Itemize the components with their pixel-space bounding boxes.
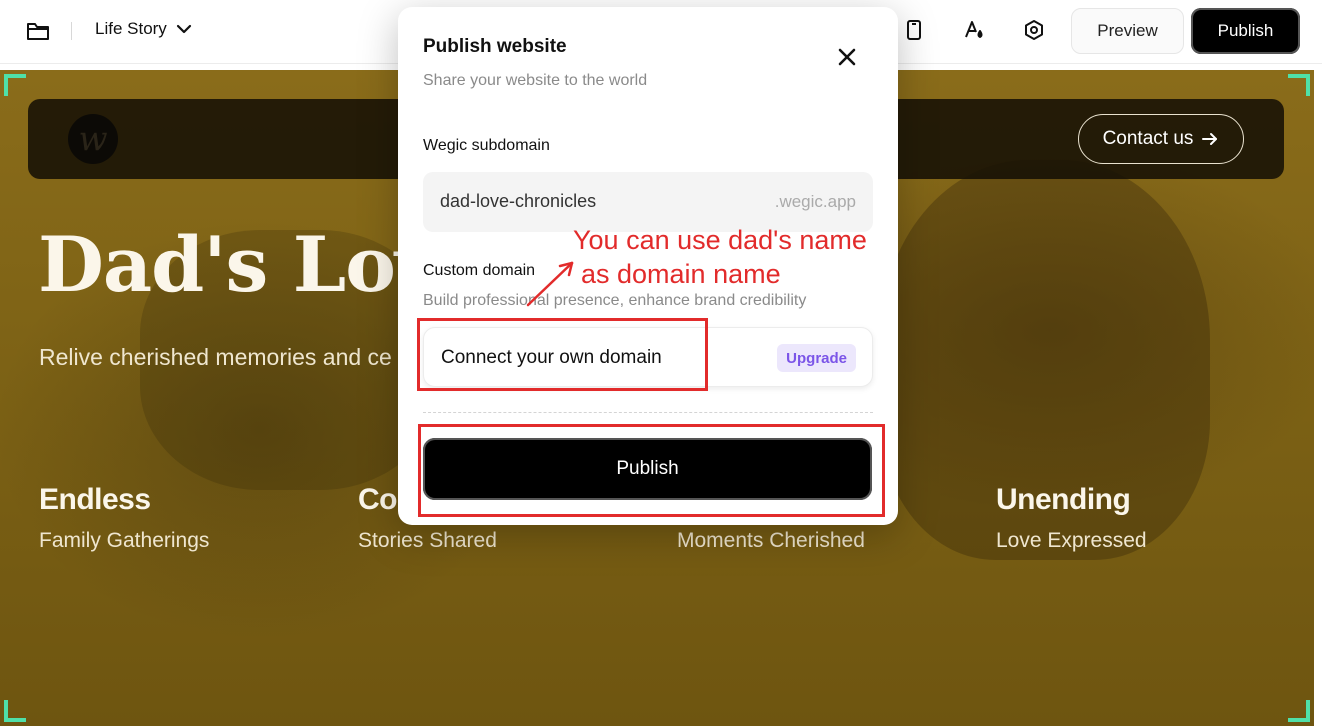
selection-corner: [4, 74, 26, 96]
stat-headline: Endless: [39, 483, 151, 516]
stat-caption: Moments Cherished: [677, 529, 865, 552]
chevron-down-icon: [176, 24, 191, 34]
stat-caption: Stories Shared: [358, 529, 497, 552]
annotation-highlight-publish: [418, 424, 885, 517]
stat-caption: Family Gatherings: [39, 529, 210, 552]
settings-icon[interactable]: [1021, 17, 1047, 43]
arrow-right-icon: [1202, 133, 1218, 145]
upgrade-badge[interactable]: Upgrade: [777, 344, 856, 372]
toolbar-divider: [71, 22, 72, 40]
stat-item: Endless Family Gatherings: [39, 483, 209, 553]
subdomain-value: dad-love-chronicles: [440, 191, 597, 211]
close-icon[interactable]: [835, 45, 859, 69]
stat-headline: Unending: [996, 483, 1131, 516]
project-name: Life Story: [95, 19, 167, 38]
contact-us-button[interactable]: Contact us: [1078, 114, 1244, 164]
mobile-device-icon[interactable]: [901, 17, 927, 43]
dialog-subtitle: Share your website to the world: [423, 72, 648, 89]
dialog-title: Publish website: [423, 36, 567, 57]
dialog-divider: [423, 412, 873, 413]
stat-caption: Love Expressed: [996, 529, 1147, 552]
stat-item: Unending Love Expressed: [996, 483, 1147, 553]
selection-corner: [4, 700, 26, 722]
custom-domain-description: Build professional presence, enhance bra…: [423, 292, 807, 309]
project-switcher[interactable]: Life Story: [95, 19, 193, 39]
selection-corner: [1288, 700, 1310, 722]
hero-subtitle: Relive cherished memories and ce: [39, 344, 392, 370]
selection-corner: [1288, 74, 1310, 96]
annotation-line-1: You can use dad's name: [573, 225, 867, 255]
annotation-note: You can use dad's name as domain name: [573, 223, 867, 291]
annotation-line-2: as domain name: [581, 259, 781, 289]
subdomain-suffix: .wegic.app: [774, 192, 856, 211]
preview-button[interactable]: Preview: [1071, 8, 1184, 54]
subdomain-label: Wegic subdomain: [423, 137, 550, 154]
custom-domain-label: Custom domain: [423, 262, 536, 279]
publish-button-top[interactable]: Publish: [1191, 8, 1300, 54]
font-style-icon[interactable]: [961, 17, 987, 43]
folder-icon[interactable]: [26, 20, 50, 42]
annotation-highlight-connect-domain: [417, 318, 708, 391]
contact-us-label: Contact us: [1102, 128, 1194, 149]
site-logo[interactable]: w: [68, 114, 118, 164]
